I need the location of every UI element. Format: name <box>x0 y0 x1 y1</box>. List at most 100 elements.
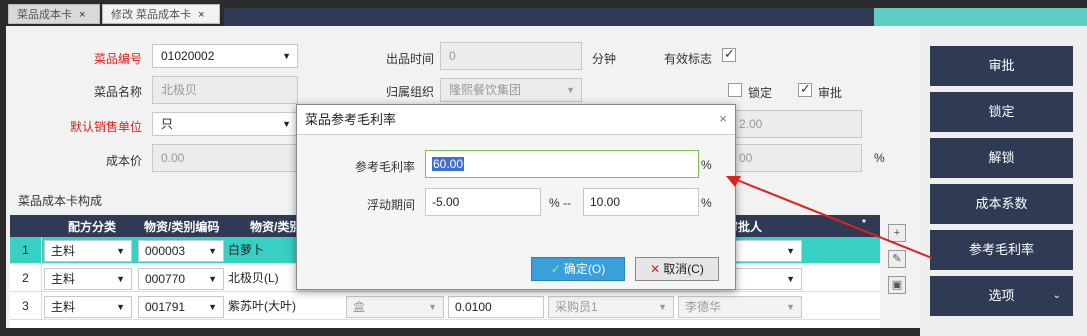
unit-value: 盒 <box>353 300 366 314</box>
org-value: 隆熙餐饮集团 <box>449 83 522 97</box>
chevron-down-icon: ▼ <box>658 302 667 312</box>
lock-label: 锁定 <box>748 86 773 100</box>
check-icon: ✓ <box>550 262 561 276</box>
reference-margin-value: 60.00 <box>432 157 465 171</box>
category-select[interactable]: 主料 ▼ <box>44 268 132 290</box>
row-number: 1 <box>10 237 42 264</box>
dish-code-value: 01020002 <box>161 49 215 63</box>
cost-price-label: 成本价 <box>105 154 142 168</box>
gross-margin-input[interactable]: 00 <box>730 144 862 172</box>
approver-value: 李德华 <box>685 300 722 314</box>
reference-margin-button[interactable]: 参考毛利率 <box>930 230 1073 270</box>
asterisk-icon: * <box>862 218 866 229</box>
dialog-title-bar: 菜品参考毛利率 × <box>297 105 735 135</box>
options-label: 选项 <box>988 288 1015 303</box>
code-value: 000770 <box>145 272 186 286</box>
tab-label: 菜品成本卡 <box>17 9 72 21</box>
table-row[interactable]: 3 主料 ▼ 001791 ▼ 紫苏叶(大叶) 盒 ▼ 0.0100 采购员1 ▼ 李德… <box>10 293 880 320</box>
header-bar <box>224 8 874 26</box>
default-sales-unit-value: 只 <box>161 117 174 131</box>
column-header[interactable]: 物资/类别 <box>250 218 301 235</box>
ok-button[interactable]: ✓ 确定(O) <box>531 257 625 281</box>
cost-price-input[interactable]: 0.00 <box>152 144 298 172</box>
chevron-down-icon: ▼ <box>116 274 125 284</box>
code-value: 001791 <box>145 300 186 314</box>
column-header[interactable]: 物资/类别编码 <box>144 218 219 235</box>
cost-coefficient-button[interactable]: 成本系数 <box>930 184 1073 224</box>
unit-select[interactable]: 盒 ▼ <box>346 296 444 318</box>
column-header[interactable]: 配方分类 <box>68 218 116 235</box>
chevron-down-icon: ⌄ <box>1052 290 1061 301</box>
close-icon[interactable]: × <box>79 9 85 21</box>
dish-name-input[interactable]: 北极贝 <box>152 76 298 104</box>
float-to-input[interactable]: 10.00 <box>583 188 699 216</box>
reference-margin-label: 参考毛利率 <box>354 160 415 174</box>
code-select[interactable]: 000770 ▼ <box>138 268 224 290</box>
tab-dish-cost-card[interactable]: 菜品成本卡 × <box>8 4 100 24</box>
quantity-input[interactable]: 0.0100 <box>448 296 544 318</box>
unlock-button[interactable]: 解锁 <box>930 138 1073 178</box>
code-select[interactable]: 000003 ▼ <box>138 240 224 262</box>
output-time-label: 出品时间 <box>385 52 434 66</box>
chevron-down-icon: ▼ <box>208 274 217 284</box>
add-row-icon[interactable]: + <box>888 224 906 242</box>
percent-sign: % <box>874 151 885 165</box>
code-value: 000003 <box>145 244 186 258</box>
options-button[interactable]: 选项 ⌄ <box>930 276 1073 316</box>
ok-label: 确定(O) <box>563 262 606 276</box>
default-sales-unit-select[interactable]: 只 ▼ <box>152 112 298 136</box>
category-value: 主料 <box>51 244 76 258</box>
material-name: 北极贝(L) <box>228 271 279 285</box>
reference-margin-input[interactable]: 60.00 <box>425 150 699 178</box>
tab-edit-dish-cost-card[interactable]: 修改 菜品成本卡 × <box>102 4 220 24</box>
category-select[interactable]: 主料 ▼ <box>44 296 132 318</box>
chevron-down-icon: ▼ <box>428 302 437 312</box>
chevron-down-icon: ▼ <box>282 119 291 129</box>
approve-checkbox[interactable] <box>798 81 812 97</box>
close-icon[interactable]: × <box>719 105 727 133</box>
float-period-label: 浮动期间 <box>366 198 415 212</box>
valid-flag-checkbox[interactable] <box>722 46 736 62</box>
code-select[interactable]: 001791 ▼ <box>138 296 224 318</box>
material-name: 白萝卜 <box>228 243 265 257</box>
valid-flag-label: 有效标志 <box>663 52 712 66</box>
chevron-down-icon: ▼ <box>208 246 217 256</box>
header-accent <box>874 8 1087 26</box>
approver-select[interactable]: 李德华 ▼ <box>678 296 802 318</box>
buyer-value: 采购员1 <box>555 300 598 314</box>
trash-icon[interactable]: ▣ <box>888 276 906 294</box>
x-icon: ✕ <box>650 262 661 276</box>
tab-label: 修改 菜品成本卡 <box>111 9 192 21</box>
action-panel: 审批 锁定 解锁 成本系数 参考毛利率 选项 ⌄ <box>920 26 1087 336</box>
chevron-down-icon: ▼ <box>116 246 125 256</box>
cancel-button[interactable]: ✕ 取消(C) <box>635 257 719 281</box>
approve-label: 审批 <box>818 86 843 100</box>
chevron-down-icon: ▼ <box>786 302 795 312</box>
org-select[interactable]: 隆熙餐饮集团 ▼ <box>440 78 582 102</box>
category-value: 主料 <box>51 272 76 286</box>
minutes-unit: 分钟 <box>592 52 617 66</box>
row-number: 3 <box>10 293 42 320</box>
float-from-input[interactable]: -5.00 <box>425 188 541 216</box>
approve-button[interactable]: 审批 <box>930 46 1073 86</box>
range-separator: % -- <box>549 196 571 210</box>
category-select[interactable]: 主料 ▼ <box>44 240 132 262</box>
chevron-down-icon: ▼ <box>786 274 795 284</box>
dish-code-select[interactable]: 01020002 ▼ <box>152 44 298 68</box>
lock-checkbox[interactable] <box>728 83 742 97</box>
price-input[interactable]: 2.00 <box>730 110 862 138</box>
chevron-down-icon: ▼ <box>282 51 291 61</box>
close-icon[interactable]: × <box>198 9 204 21</box>
reference-margin-dialog: 菜品参考毛利率 × 参考毛利率 60.00 % 浮动期间 -5.00 % -- … <box>296 104 736 290</box>
edit-icon[interactable]: ✎ <box>888 250 906 268</box>
lock-button[interactable]: 锁定 <box>930 92 1073 132</box>
buyer-select[interactable]: 采购员1 ▼ <box>548 296 674 318</box>
dish-name-label: 菜品名称 <box>93 85 142 99</box>
percent-sign: % <box>701 196 712 210</box>
dish-code-label: 菜品编号 <box>93 52 142 66</box>
org-label: 归属组织 <box>385 85 434 99</box>
chevron-down-icon: ▼ <box>566 85 575 95</box>
output-time-input[interactable]: 0 <box>440 42 582 70</box>
chevron-down-icon: ▼ <box>116 302 125 312</box>
category-value: 主料 <box>51 300 76 314</box>
